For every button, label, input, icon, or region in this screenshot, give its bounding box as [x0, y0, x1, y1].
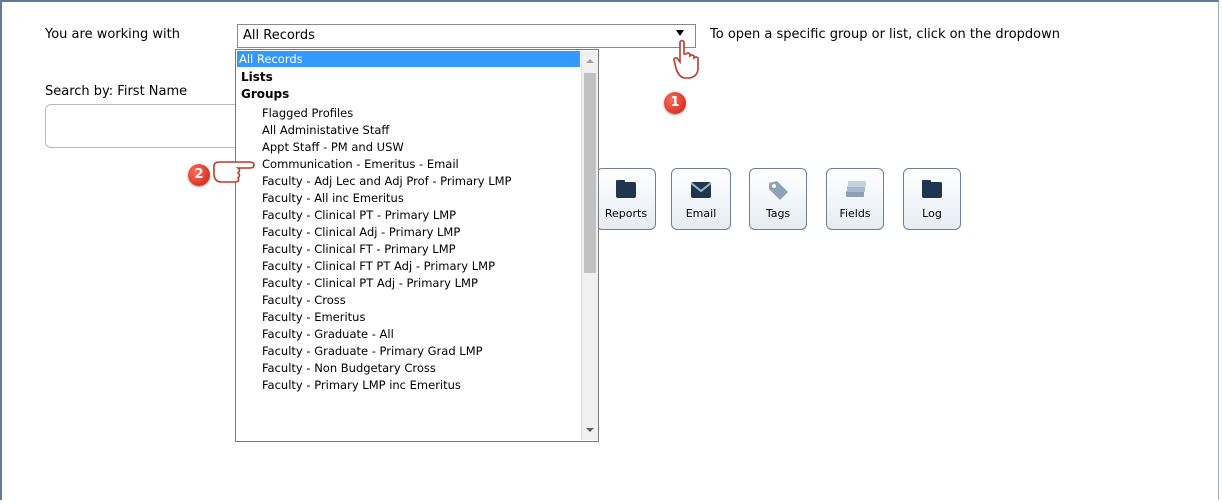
- reports-button[interactable]: Reports: [596, 168, 656, 230]
- dropdown-option[interactable]: Faculty - Clinical Adj - Primary LMP: [262, 225, 460, 239]
- dropdown-option[interactable]: Faculty - Emeritus: [262, 310, 365, 324]
- folder-icon: [918, 177, 946, 203]
- select-value: All Records: [243, 28, 315, 43]
- scroll-down-icon[interactable]: [586, 428, 594, 432]
- dropdown-group-heading[interactable]: Lists: [241, 70, 273, 84]
- working-with-label: You are working with: [45, 27, 180, 42]
- dropdown-option[interactable]: Faculty - Graduate - All: [262, 327, 394, 341]
- folder-icon: [612, 177, 640, 203]
- dropdown-option[interactable]: Faculty - Clinical PT - Primary LMP: [262, 208, 456, 222]
- dropdown-hint: To open a specific group or list, click …: [710, 27, 1060, 42]
- dropdown-option[interactable]: Faculty - Non Budgetary Cross: [262, 361, 436, 375]
- pointer-hand-icon: [668, 38, 706, 84]
- dropdown-scrollbar[interactable]: [581, 51, 598, 440]
- tags-button[interactable]: Tags: [749, 168, 807, 230]
- dropdown-option[interactable]: Faculty - Clinical FT PT Adj - Primary L…: [262, 259, 495, 273]
- dropdown-option[interactable]: Appt Staff - PM and USW: [262, 140, 404, 154]
- dropdown-option[interactable]: Faculty - Cross: [262, 293, 346, 307]
- fields-button[interactable]: Fields: [826, 168, 884, 230]
- fields-label: Fields: [839, 207, 871, 220]
- envelope-icon: [687, 177, 715, 203]
- dropdown-option[interactable]: Faculty - Clinical PT Adj - Primary LMP: [262, 276, 478, 290]
- step-1-badge: 1: [664, 92, 686, 114]
- dropdown-option[interactable]: Faculty - All inc Emeritus: [262, 191, 404, 205]
- log-button[interactable]: Log: [903, 168, 961, 230]
- dropdown-option-selected[interactable]: All Records: [237, 51, 580, 67]
- record-set-select[interactable]: All Records: [237, 24, 696, 48]
- dropdown-option[interactable]: Communication - Emeritus - Email: [262, 157, 459, 171]
- search-label: Search by: First Name: [45, 84, 188, 99]
- dropdown-option[interactable]: Flagged Profiles: [262, 106, 353, 120]
- email-label: Email: [685, 207, 717, 220]
- scroll-up-icon[interactable]: [586, 59, 594, 63]
- dropdown-arrow-icon[interactable]: [676, 30, 684, 36]
- dropdown-option[interactable]: Faculty - Primary LMP inc Emeritus: [262, 378, 461, 392]
- tags-label: Tags: [765, 207, 791, 220]
- reports-label: Reports: [604, 207, 648, 220]
- content-frame: [0, 0, 1219, 500]
- dropdown-option[interactable]: Faculty - Adj Lec and Adj Prof - Primary…: [262, 174, 511, 188]
- record-set-dropdown-list[interactable]: All Records Lists Groups Flagged Profile…: [235, 49, 599, 442]
- dropdown-option[interactable]: Faculty - Graduate - Primary Grad LMP: [262, 344, 483, 358]
- log-label: Log: [922, 207, 942, 220]
- dropdown-group-heading[interactable]: Groups: [241, 87, 289, 101]
- email-button[interactable]: Email: [671, 168, 731, 230]
- search-input[interactable]: [45, 104, 245, 148]
- tag-icon: [764, 177, 792, 203]
- stack-icon: [841, 177, 869, 203]
- scrollbar-thumb[interactable]: [584, 73, 596, 273]
- pointer-hand-icon: [210, 152, 258, 192]
- step-2-badge: 2: [188, 164, 210, 186]
- dropdown-option[interactable]: Faculty - Clinical FT - Primary LMP: [262, 242, 456, 256]
- dropdown-option[interactable]: All Administative Staff: [262, 123, 389, 137]
